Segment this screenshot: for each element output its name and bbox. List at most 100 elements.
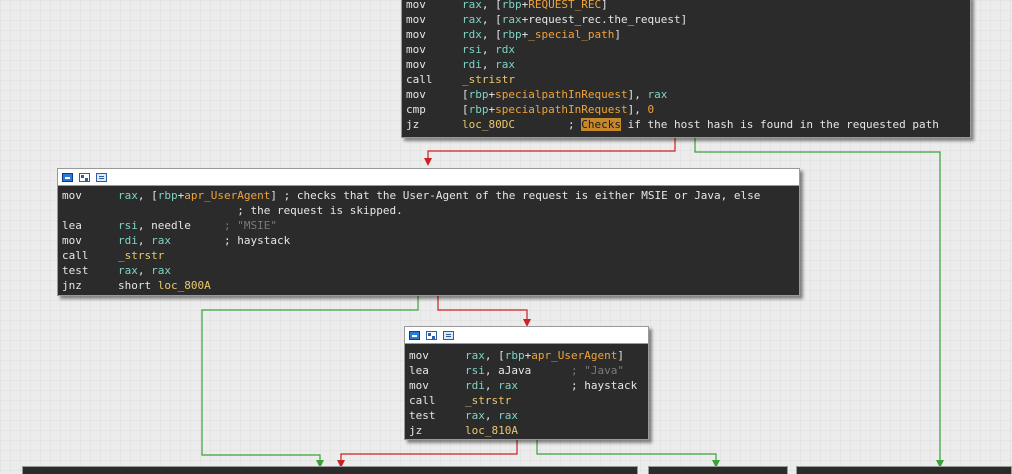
asm-operand: rax <box>647 88 668 101</box>
graph-overview-icon[interactable] <box>62 172 73 182</box>
asm-operand: rax <box>151 234 171 247</box>
basic-block-host-hash-check[interactable]: mov rax, [rbp+REQUEST_REC] mov rax, [rax+re… <box>401 0 971 138</box>
asm-operand: ; "Java" <box>570 364 624 377</box>
asm-operand: 0 <box>647 103 655 116</box>
asm-operand: , needle <box>137 219 224 232</box>
edge-java-to-bottom <box>340 440 518 462</box>
basic-block-bottom-left[interactable] <box>22 466 638 474</box>
asm-operand: rbp <box>504 349 525 362</box>
asm-operand: , [ <box>481 28 502 41</box>
asm-line[interactable]: mov [rbp+specialpathInRequest], rax <box>406 87 970 102</box>
asm-operand: rdi <box>465 379 485 392</box>
asm-mnemonic: mov <box>62 234 82 247</box>
asm-line[interactable]: mov rsi, rdx <box>406 42 970 57</box>
asm-operand: apr_UserAgent <box>184 189 271 202</box>
asm-line[interactable]: cmp [rbp+specialpathInRequest], 0 <box>406 102 970 117</box>
asm-operand: short <box>118 279 158 292</box>
text-view-icon[interactable] <box>443 330 454 340</box>
asm-operand: apr_UserAgent <box>531 349 618 362</box>
asm-line[interactable]: jnz short loc_800A <box>62 278 799 293</box>
asm-operand: _special_path <box>528 28 615 41</box>
asm-line[interactable]: call _stristr <box>406 72 970 87</box>
asm-operand: ] <box>617 349 624 362</box>
asm-operand: , <box>481 58 496 71</box>
asm-mnemonic: call <box>62 249 89 262</box>
asm-operand: loc_800A <box>157 279 211 292</box>
asm-operand: rsi <box>118 219 138 232</box>
asm-operand: rax <box>501 13 522 26</box>
asm-mnemonic: mov <box>409 349 429 362</box>
asm-line[interactable]: jz loc_810A <box>409 423 648 438</box>
asm-operand: ], <box>627 103 648 116</box>
asm-line[interactable]: call _strstr <box>409 393 648 408</box>
asm-operand: _strstr <box>118 249 165 262</box>
asm-line[interactable]: mov rdi, rax ; haystack <box>62 233 799 248</box>
asm-operand: rsi <box>462 43 482 56</box>
edge-top-to-msie-arrow <box>424 158 432 166</box>
basic-block-msie-check[interactable]: mov rax, [rbp+apr_UserAgent] ; checks tha… <box>57 168 800 296</box>
asm-mnemonic: mov <box>406 88 426 101</box>
basic-block-bottom-right[interactable] <box>796 466 1012 474</box>
asm-operand: [ <box>462 103 469 116</box>
asm-operand: specialpathInRequest <box>495 103 628 116</box>
asm-line[interactable]: mov rax, [rbp+REQUEST_REC] <box>406 0 970 12</box>
asm-operand: rax <box>498 409 518 422</box>
asm-mnemonic: mov <box>406 58 426 71</box>
asm-line[interactable]: mov rdx, [rbp+_special_path] <box>406 27 970 42</box>
asm-line[interactable]: lea rsi, needle ; "MSIE" <box>62 218 799 233</box>
asm-operand: rdi <box>118 234 138 247</box>
asm-line[interactable]: call _strstr <box>62 248 799 263</box>
asm-operand: ; <box>514 118 582 131</box>
asm-operand: rdi <box>462 58 482 71</box>
asm-mnemonic: jz <box>409 424 423 437</box>
asm-operand: rbp <box>501 0 522 11</box>
asm-line[interactable]: ; the request is skipped. <box>62 203 799 218</box>
asm-operand: , aJava <box>484 364 571 377</box>
asm-operand: loc_80DC <box>462 118 515 131</box>
asm-operand: specialpathInRequest <box>495 88 628 101</box>
asm-mnemonic: jz <box>406 118 420 131</box>
text-view-icon[interactable] <box>96 172 107 182</box>
group-nodes-icon[interactable] <box>426 330 437 340</box>
asm-mnemonic: test <box>62 264 89 277</box>
asm-line[interactable]: mov rdi, rax ; haystack <box>409 378 648 393</box>
asm-mnemonic: mov <box>62 189 82 202</box>
basic-block-java-check[interactable]: mov rax, [rbp+apr_UserAgent] lea rsi, aJava… <box>404 326 649 440</box>
asm-mnemonic: call <box>406 73 433 86</box>
asm-operand: ] ; checks that the User-Agent of the re… <box>270 189 761 202</box>
asm-operand: , [ <box>137 189 158 202</box>
asm-operand: rax <box>118 264 138 277</box>
group-nodes-icon[interactable] <box>79 172 90 182</box>
asm-line[interactable]: lea rsi, aJava ; "Java" <box>409 363 648 378</box>
graph-overview-icon[interactable] <box>409 330 420 340</box>
asm-operand: , <box>137 264 152 277</box>
asm-operand: [ <box>462 88 469 101</box>
asm-line[interactable]: mov rax, [rbp+apr_UserAgent] <box>409 348 648 363</box>
asm-line[interactable]: mov rax, [rbp+apr_UserAgent] ; checks tha… <box>62 188 799 203</box>
asm-operand: , [ <box>481 13 502 26</box>
asm-line[interactable]: mov rax, [rax+request_rec.the_request] <box>406 12 970 27</box>
asm-line[interactable]: jz loc_80DC ; Checks if the host hash is … <box>406 117 970 132</box>
asm-operand: , <box>481 43 496 56</box>
asm-mnemonic: mov <box>409 379 429 392</box>
basic-block-bottom-middle[interactable] <box>648 466 788 474</box>
code-lines: mov rax, [rbp+apr_UserAgent] lea rsi, aJava… <box>405 344 648 438</box>
asm-operand: ; the request is skipped. <box>118 204 403 217</box>
search-highlight: Checks <box>581 118 621 131</box>
asm-operand: , [ <box>484 349 505 362</box>
asm-operand: rax <box>118 189 138 202</box>
asm-operand: ] <box>601 0 608 11</box>
asm-line[interactable]: mov rdi, rax <box>406 57 970 72</box>
asm-operand: rdx <box>462 28 482 41</box>
asm-operand: +request_rec.the_request] <box>521 13 688 26</box>
asm-operand: _stristr <box>462 73 515 86</box>
asm-operand: ; haystack <box>518 379 638 392</box>
asm-mnemonic: mov <box>406 43 426 56</box>
asm-mnemonic: call <box>409 394 436 407</box>
edge-msie-to-java <box>437 296 528 322</box>
asm-line[interactable]: test rax, rax <box>62 263 799 278</box>
asm-line[interactable]: test rax, rax <box>409 408 648 423</box>
asm-mnemonic: mov <box>406 0 426 11</box>
asm-operand: , <box>484 379 499 392</box>
edge-java-to-bottom-right <box>536 440 717 462</box>
